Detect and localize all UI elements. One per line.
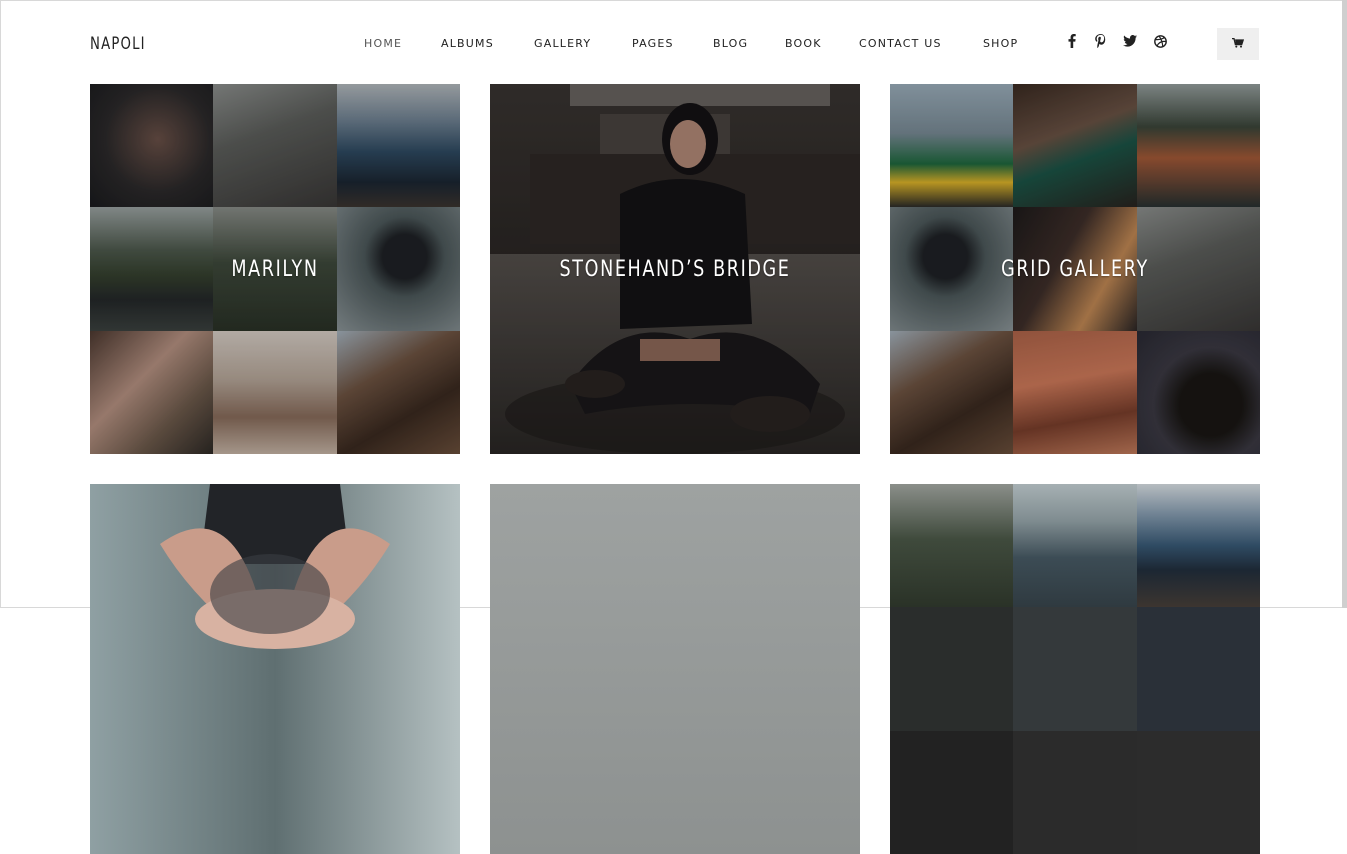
pinterest-icon[interactable] bbox=[1093, 33, 1107, 49]
photo-tile bbox=[1136, 484, 1260, 608]
photo-tile bbox=[1136, 730, 1260, 854]
album-title: STONEHAND’S BRIDGE bbox=[559, 257, 791, 282]
nav-item-book[interactable]: BOOK bbox=[785, 37, 822, 50]
album-cover-photo bbox=[490, 484, 860, 854]
album-card-5[interactable] bbox=[490, 484, 860, 854]
album-title: GRID GALLERY bbox=[1001, 257, 1149, 282]
album-cover-photo bbox=[90, 484, 460, 854]
album-thumbnail-grid bbox=[890, 484, 1260, 854]
album-card-6[interactable] bbox=[890, 484, 1260, 854]
album-card-stonehands-bridge[interactable]: STONEHAND’S BRIDGE bbox=[490, 84, 860, 454]
nav-item-blog[interactable]: BLOG bbox=[713, 37, 748, 50]
nav-item-home[interactable]: HOME bbox=[364, 37, 402, 50]
site-logo[interactable]: NAPOLI bbox=[90, 34, 146, 54]
nav-item-contact-us[interactable]: CONTACT US bbox=[859, 37, 942, 50]
photo-tile bbox=[890, 484, 1014, 608]
cart-button[interactable] bbox=[1217, 28, 1259, 60]
album-card-4[interactable] bbox=[90, 484, 460, 854]
photo-tile bbox=[1136, 607, 1260, 731]
photo-tile bbox=[1013, 484, 1137, 608]
photo-tile bbox=[1013, 607, 1137, 731]
album-title: MARILYN bbox=[231, 257, 319, 282]
nav-item-albums[interactable]: ALBUMS bbox=[441, 37, 494, 50]
album-card-grid-gallery[interactable]: GRID GALLERY bbox=[890, 84, 1260, 454]
photo-tile bbox=[890, 730, 1014, 854]
album-card-marilyn[interactable]: MARILYN bbox=[90, 84, 460, 454]
dribbble-icon[interactable] bbox=[1153, 33, 1167, 49]
photo-tile bbox=[890, 607, 1014, 731]
site-header: NAPOLI HOME ALBUMS GALLERY PAGES BLOG BO… bbox=[0, 0, 1347, 84]
nav-item-pages[interactable]: PAGES bbox=[632, 37, 674, 50]
nav-item-gallery[interactable]: GALLERY bbox=[534, 37, 591, 50]
facebook-icon[interactable] bbox=[1065, 33, 1079, 49]
window-scrollbar-edge bbox=[1342, 0, 1347, 608]
photo-tile bbox=[1013, 730, 1137, 854]
nav-item-shop[interactable]: SHOP bbox=[983, 37, 1018, 50]
twitter-icon[interactable] bbox=[1122, 33, 1138, 49]
cart-icon bbox=[1232, 35, 1245, 53]
